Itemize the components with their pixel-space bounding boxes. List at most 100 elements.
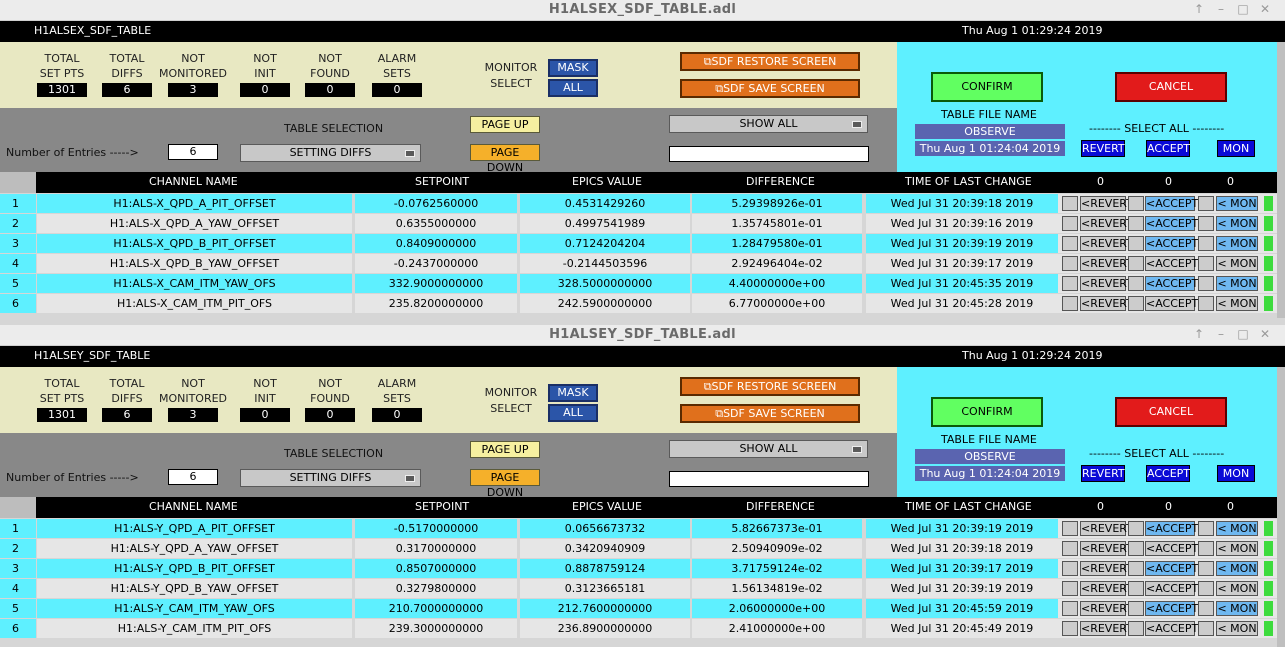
revert-checkbox[interactable] xyxy=(1062,521,1078,536)
mask-button[interactable]: MASK xyxy=(548,59,598,77)
accept-checkbox[interactable] xyxy=(1128,521,1144,536)
row-revert-button[interactable]: <REVERT xyxy=(1080,541,1133,556)
row-mon-button[interactable]: < MON xyxy=(1216,256,1258,271)
page-down-button[interactable]: PAGE DOWN xyxy=(470,469,540,499)
cancel-button[interactable]: CANCEL xyxy=(1115,397,1227,427)
revert-checkbox[interactable] xyxy=(1062,581,1078,596)
row-accept-button[interactable]: <ACCEPT xyxy=(1145,541,1198,556)
sdf-save-screen-button[interactable]: ⧉SDF SAVE SCREEN xyxy=(680,79,860,98)
mon-checkbox[interactable] xyxy=(1198,196,1214,211)
mask-button[interactable]: MASK xyxy=(548,384,598,402)
mon-checkbox[interactable] xyxy=(1198,216,1214,231)
accept-checkbox[interactable] xyxy=(1128,561,1144,576)
maximize-icon[interactable]: □ xyxy=(1236,327,1250,341)
row-mon-button[interactable]: < MON xyxy=(1216,541,1258,556)
accept-checkbox[interactable] xyxy=(1128,581,1144,596)
revert-checkbox[interactable] xyxy=(1062,236,1078,251)
accept-checkbox[interactable] xyxy=(1128,256,1144,271)
page-up-button[interactable]: PAGE UP xyxy=(470,116,540,133)
table-selection-dropdown[interactable]: SETTING DIFFS xyxy=(240,144,421,162)
minimize-icon[interactable]: – xyxy=(1214,327,1228,341)
mon-all-button[interactable]: MON xyxy=(1217,140,1255,157)
row-revert-button[interactable]: <REVERT xyxy=(1080,296,1133,311)
minimize-icon[interactable]: – xyxy=(1214,2,1228,16)
row-mon-button[interactable]: < MON xyxy=(1216,601,1258,616)
mon-checkbox[interactable] xyxy=(1198,601,1214,616)
scrollbar[interactable] xyxy=(1277,42,1285,318)
revert-checkbox[interactable] xyxy=(1062,561,1078,576)
row-revert-button[interactable]: <REVERT xyxy=(1080,601,1133,616)
row-accept-button[interactable]: <ACCEPT xyxy=(1145,521,1198,536)
sdf-restore-screen-button[interactable]: ⧉SDF RESTORE SCREEN xyxy=(680,52,860,71)
row-accept-button[interactable]: <ACCEPT xyxy=(1145,196,1198,211)
row-mon-button[interactable]: < MON xyxy=(1216,621,1258,636)
close-icon[interactable]: ✕ xyxy=(1258,2,1272,16)
row-accept-button[interactable]: <ACCEPT xyxy=(1145,256,1198,271)
row-accept-button[interactable]: <ACCEPT xyxy=(1145,561,1198,576)
row-revert-button[interactable]: <REVERT xyxy=(1080,276,1133,291)
row-revert-button[interactable]: <REVERT xyxy=(1080,581,1133,596)
revert-checkbox[interactable] xyxy=(1062,621,1078,636)
row-mon-button[interactable]: < MON xyxy=(1216,236,1258,251)
mon-checkbox[interactable] xyxy=(1198,296,1214,311)
table-selection-dropdown[interactable]: SETTING DIFFS xyxy=(240,469,421,487)
accept-checkbox[interactable] xyxy=(1128,296,1144,311)
row-revert-button[interactable]: <REVERT xyxy=(1080,196,1133,211)
page-up-button[interactable]: PAGE UP xyxy=(470,441,540,458)
row-accept-button[interactable]: <ACCEPT xyxy=(1145,236,1198,251)
window-up-icon[interactable]: ↑ xyxy=(1192,2,1206,16)
row-mon-button[interactable]: < MON xyxy=(1216,276,1258,291)
close-icon[interactable]: ✕ xyxy=(1258,327,1272,341)
mon-all-button[interactable]: MON xyxy=(1217,465,1255,482)
revert-checkbox[interactable] xyxy=(1062,601,1078,616)
row-revert-button[interactable]: <REVERT xyxy=(1080,561,1133,576)
all-button[interactable]: ALL xyxy=(548,404,598,422)
row-mon-button[interactable]: < MON xyxy=(1216,196,1258,211)
show-all-dropdown[interactable]: SHOW ALL xyxy=(669,440,868,458)
row-revert-button[interactable]: <REVERT xyxy=(1080,256,1133,271)
sdf-save-screen-button[interactable]: ⧉SDF SAVE SCREEN xyxy=(680,404,860,423)
confirm-button[interactable]: CONFIRM xyxy=(931,72,1043,102)
cancel-button[interactable]: CANCEL xyxy=(1115,72,1227,102)
sdf-restore-screen-button[interactable]: ⧉SDF RESTORE SCREEN xyxy=(680,377,860,396)
revert-checkbox[interactable] xyxy=(1062,296,1078,311)
row-mon-button[interactable]: < MON xyxy=(1216,216,1258,231)
accept-checkbox[interactable] xyxy=(1128,236,1144,251)
row-accept-button[interactable]: <ACCEPT xyxy=(1145,276,1198,291)
row-accept-button[interactable]: <ACCEPT xyxy=(1145,296,1198,311)
mon-checkbox[interactable] xyxy=(1198,521,1214,536)
row-revert-button[interactable]: <REVERT xyxy=(1080,236,1133,251)
filter-input[interactable] xyxy=(669,146,869,162)
accept-all-button[interactable]: ACCEPT xyxy=(1146,140,1190,157)
window-up-icon[interactable]: ↑ xyxy=(1192,327,1206,341)
revert-checkbox[interactable] xyxy=(1062,256,1078,271)
maximize-icon[interactable]: □ xyxy=(1236,2,1250,16)
row-revert-button[interactable]: <REVERT xyxy=(1080,216,1133,231)
mon-checkbox[interactable] xyxy=(1198,541,1214,556)
row-mon-button[interactable]: < MON xyxy=(1216,296,1258,311)
row-mon-button[interactable]: < MON xyxy=(1216,521,1258,536)
accept-all-button[interactable]: ACCEPT xyxy=(1146,465,1190,482)
accept-checkbox[interactable] xyxy=(1128,621,1144,636)
confirm-button[interactable]: CONFIRM xyxy=(931,397,1043,427)
page-down-button[interactable]: PAGE DOWN xyxy=(470,144,540,174)
window-titlebar[interactable]: H1ALSEY_SDF_TABLE.adl ↑ – □ ✕ xyxy=(0,325,1285,346)
window-titlebar[interactable]: H1ALSEX_SDF_TABLE.adl ↑ – □ ✕ xyxy=(0,0,1285,21)
row-accept-button[interactable]: <ACCEPT xyxy=(1145,581,1198,596)
accept-checkbox[interactable] xyxy=(1128,601,1144,616)
row-mon-button[interactable]: < MON xyxy=(1216,581,1258,596)
mon-checkbox[interactable] xyxy=(1198,621,1214,636)
mon-checkbox[interactable] xyxy=(1198,581,1214,596)
row-revert-button[interactable]: <REVERT xyxy=(1080,621,1133,636)
mon-checkbox[interactable] xyxy=(1198,236,1214,251)
row-revert-button[interactable]: <REVERT xyxy=(1080,521,1133,536)
mon-checkbox[interactable] xyxy=(1198,561,1214,576)
row-accept-button[interactable]: <ACCEPT xyxy=(1145,621,1198,636)
show-all-dropdown[interactable]: SHOW ALL xyxy=(669,115,868,133)
all-button[interactable]: ALL xyxy=(548,79,598,97)
accept-checkbox[interactable] xyxy=(1128,276,1144,291)
revert-checkbox[interactable] xyxy=(1062,196,1078,211)
revert-all-button[interactable]: REVERT xyxy=(1081,140,1125,157)
accept-checkbox[interactable] xyxy=(1128,541,1144,556)
row-mon-button[interactable]: < MON xyxy=(1216,561,1258,576)
